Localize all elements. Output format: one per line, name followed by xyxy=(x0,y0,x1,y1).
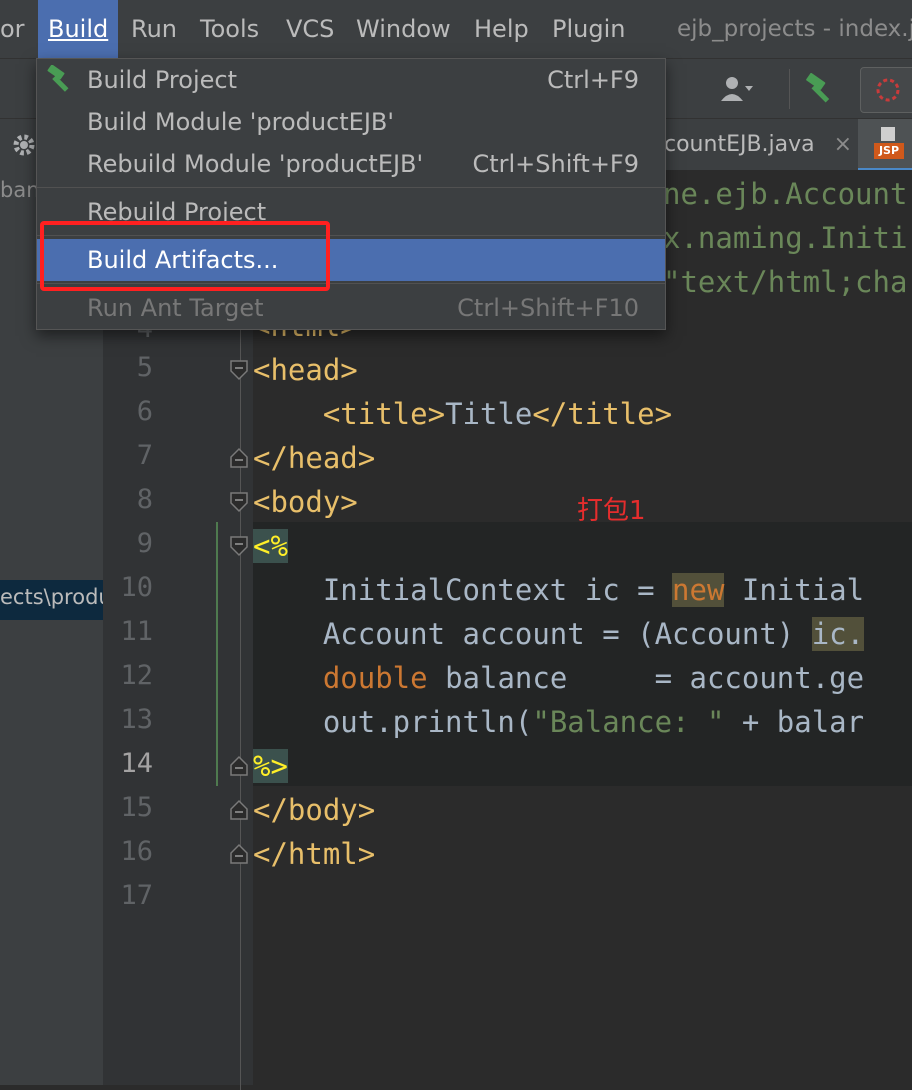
line-number-current: 14 xyxy=(120,748,153,779)
menu-plugin[interactable]: Plugin xyxy=(552,0,625,58)
code-line-9: <% xyxy=(253,529,288,563)
code-line-10: InitialContext ic = new Initial xyxy=(253,573,865,607)
code-line-13: out.println("Balance: " + balar xyxy=(253,705,865,739)
menu-window[interactable]: Window xyxy=(356,0,451,58)
fold-close-icon[interactable] xyxy=(229,755,249,777)
toolbar-divider xyxy=(789,69,790,109)
code-line-11: Account account = (Account) ic. xyxy=(253,617,865,651)
menu-tools[interactable]: Tools xyxy=(200,0,259,58)
menu-item-build-project[interactable]: Build Project Ctrl+F9 xyxy=(37,59,665,101)
menu-separator xyxy=(37,187,665,188)
line-number: 9 xyxy=(136,528,153,559)
line-number: 8 xyxy=(136,484,153,515)
menu-help[interactable]: Help xyxy=(474,0,529,58)
line-number: 15 xyxy=(120,792,153,823)
line-number: 6 xyxy=(136,396,153,427)
menu-item-label: Build Module 'productEJB' xyxy=(87,108,394,136)
tab-index-jsp[interactable]: JSP xyxy=(858,119,912,171)
hammer-icon xyxy=(47,65,69,92)
fold-close-icon[interactable] xyxy=(229,447,249,469)
line-number: 10 xyxy=(120,572,153,603)
code-line-6: <title>Title</title> xyxy=(322,397,673,431)
code-fragment: "text/html;cha xyxy=(663,265,908,299)
window-title: ejb_projects - index.j xyxy=(677,16,912,42)
line-number: 7 xyxy=(136,440,153,471)
fold-guide xyxy=(240,330,241,1090)
menu-item-run-ant-target[interactable]: Run Ant Target Ctrl+Shift+F10 xyxy=(37,287,665,329)
user-dropdown-icon[interactable] xyxy=(718,73,754,105)
run-config-button[interactable] xyxy=(860,67,912,113)
line-number: 17 xyxy=(120,880,153,911)
menu-vcs[interactable]: VCS xyxy=(286,0,334,58)
code-line-7: </head> xyxy=(253,441,376,475)
project-path-label: ects\produ xyxy=(0,585,103,609)
fold-open-icon[interactable] xyxy=(229,359,249,381)
line-number: 13 xyxy=(120,704,153,735)
code-fragment: ne.ejb.Account xyxy=(663,177,908,211)
jsp-file-icon: JSP xyxy=(874,127,904,161)
code-fragment: x.naming.Initi xyxy=(663,221,908,255)
close-icon[interactable]: × xyxy=(834,132,852,157)
jsp-badge: JSP xyxy=(874,143,904,159)
loading-spinner-icon xyxy=(876,78,900,102)
menu-item-shortcut: Ctrl+F9 xyxy=(547,66,639,94)
hammer-icon[interactable] xyxy=(803,73,839,105)
menu-bar: or Build Run Tools VCS Window Help Plugi… xyxy=(0,0,912,58)
code-line-14: %> xyxy=(253,749,288,783)
code-line-15: </body> xyxy=(253,793,376,827)
fold-open-icon[interactable] xyxy=(229,491,249,513)
line-number: 5 xyxy=(136,352,153,383)
project-tree-item[interactable]: ban xyxy=(0,178,40,202)
fold-close-icon[interactable] xyxy=(229,843,249,865)
menu-item-build-module[interactable]: Build Module 'productEJB' xyxy=(37,101,665,143)
menu-item-label: Build Project xyxy=(87,66,237,94)
menu-run[interactable]: Run xyxy=(131,0,177,58)
tab-label: countEJB.java xyxy=(664,132,815,157)
menu-editor-partial[interactable]: or xyxy=(0,0,25,58)
tab-accountejb-java[interactable]: countEJB.java × xyxy=(664,119,852,171)
code-line-8: <body> xyxy=(253,485,358,519)
line-number: 11 xyxy=(120,616,153,647)
code-line-16: </html> xyxy=(253,837,376,871)
code-line-5: <head> xyxy=(253,353,358,387)
line-number: 16 xyxy=(120,836,153,867)
menu-item-label: Run Ant Target xyxy=(87,294,264,322)
gear-icon[interactable] xyxy=(10,131,38,159)
changed-lines-marker xyxy=(216,522,218,786)
menu-item-shortcut: Ctrl+Shift+F9 xyxy=(472,150,639,178)
menu-item-rebuild-module[interactable]: Rebuild Module 'productEJB' Ctrl+Shift+F… xyxy=(37,143,665,185)
project-tree-selected[interactable]: ects\produ xyxy=(0,580,103,620)
annotation-highlight-box xyxy=(40,221,330,291)
menu-item-label: Rebuild Module 'productEJB' xyxy=(87,150,424,178)
menu-build[interactable]: Build xyxy=(38,0,119,58)
menu-build-label: Build xyxy=(48,15,109,43)
code-line-12: double balance = account.ge xyxy=(322,661,865,695)
menu-item-shortcut: Ctrl+Shift+F10 xyxy=(457,294,639,322)
annotation-label: 打包1 xyxy=(577,496,646,526)
line-number: 12 xyxy=(120,660,153,691)
fold-open-icon[interactable] xyxy=(229,535,249,557)
fold-close-icon[interactable] xyxy=(229,799,249,821)
